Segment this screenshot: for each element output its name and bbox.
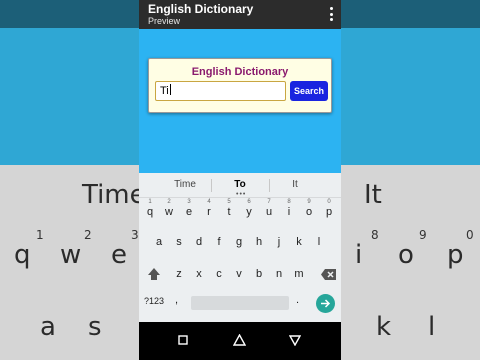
app-subtitle: Preview — [148, 16, 181, 26]
key-z[interactable]: z — [170, 263, 188, 285]
soft-keyboard: Time To ••• It 1 2 3 4 5 6 7 8 9 0 q w e… — [139, 173, 341, 322]
key-u[interactable]: u — [260, 201, 278, 223]
key-i[interactable]: i — [280, 201, 298, 223]
key-b[interactable]: b — [250, 263, 268, 285]
content-area: English Dictionary Ti Search — [139, 29, 341, 173]
navigation-bar — [139, 322, 341, 360]
period-key[interactable]: . — [296, 294, 299, 306]
backdrop-hint: 9 — [419, 228, 427, 242]
backdrop-key: s — [88, 312, 102, 342]
key-k[interactable]: k — [290, 231, 308, 253]
more-vert-icon[interactable] — [329, 7, 333, 21]
backdrop-key: l — [428, 312, 436, 342]
key-j[interactable]: j — [270, 231, 288, 253]
backdrop-key: i — [355, 240, 363, 270]
shift-icon[interactable] — [145, 263, 162, 285]
app-bar: English Dictionary Preview — [139, 0, 341, 29]
app-title: English Dictionary — [148, 2, 254, 16]
backspace-icon[interactable] — [320, 263, 337, 285]
key-o[interactable]: o — [300, 201, 318, 223]
space-bar[interactable] — [191, 296, 289, 310]
backdrop-key: e — [111, 240, 127, 270]
key-l[interactable]: l — [310, 231, 328, 253]
home-icon[interactable] — [231, 332, 247, 348]
key-h[interactable]: h — [250, 231, 268, 253]
arrow-right-icon[interactable] — [316, 294, 335, 313]
key-y[interactable]: y — [240, 201, 258, 223]
text-cursor — [169, 84, 171, 95]
dictionary-card: English Dictionary Ti Search — [148, 58, 332, 113]
key-x[interactable]: x — [190, 263, 208, 285]
search-button[interactable]: Search — [290, 81, 328, 101]
backdrop-key: o — [398, 240, 414, 270]
key-m[interactable]: m — [290, 263, 308, 285]
backdrop-hint: 3 — [131, 228, 139, 242]
search-input[interactable]: Ti — [155, 81, 286, 101]
phone-screen: English Dictionary Preview English Dicti… — [139, 0, 341, 360]
key-a[interactable]: a — [150, 231, 168, 253]
back-icon[interactable] — [287, 332, 303, 348]
recents-icon[interactable] — [175, 332, 191, 348]
suggestion-item[interactable]: It — [265, 179, 325, 190]
key-t[interactable]: t — [220, 201, 238, 223]
backdrop-hint: 0 — [466, 228, 474, 242]
backdrop-suggestion: Time — [82, 180, 146, 210]
key-q[interactable]: q — [141, 201, 159, 223]
backdrop-key: w — [60, 240, 82, 270]
key-r[interactable]: r — [200, 201, 218, 223]
comma-key[interactable]: , — [175, 294, 178, 306]
backdrop-key: p — [447, 240, 464, 270]
backdrop-key: a — [40, 312, 56, 342]
backdrop-key: k — [376, 312, 392, 342]
card-title: English Dictionary — [191, 66, 289, 78]
key-w[interactable]: w — [160, 201, 178, 223]
backdrop-key: q — [14, 240, 31, 270]
symbols-key[interactable]: ?123 — [144, 296, 164, 306]
key-n[interactable]: n — [270, 263, 288, 285]
backdrop-hint: 2 — [84, 228, 92, 242]
backdrop-suggestion: It — [364, 180, 382, 210]
suggestion-item[interactable]: To — [210, 179, 270, 190]
key-e[interactable]: e — [180, 201, 198, 223]
backdrop-hint: 8 — [371, 228, 379, 242]
key-s[interactable]: s — [170, 231, 188, 253]
backdrop-hint: 1 — [36, 228, 44, 242]
search-input-value: Ti — [160, 85, 169, 97]
key-d[interactable]: d — [190, 231, 208, 253]
key-g[interactable]: g — [230, 231, 248, 253]
key-c[interactable]: c — [210, 263, 228, 285]
suggestion-item[interactable]: Time — [155, 179, 215, 190]
suggestion-strip: Time To ••• It — [139, 173, 341, 198]
key-p[interactable]: p — [320, 201, 338, 223]
more-suggestions-icon[interactable]: ••• — [236, 191, 246, 198]
key-v[interactable]: v — [230, 263, 248, 285]
key-f[interactable]: f — [210, 231, 228, 253]
